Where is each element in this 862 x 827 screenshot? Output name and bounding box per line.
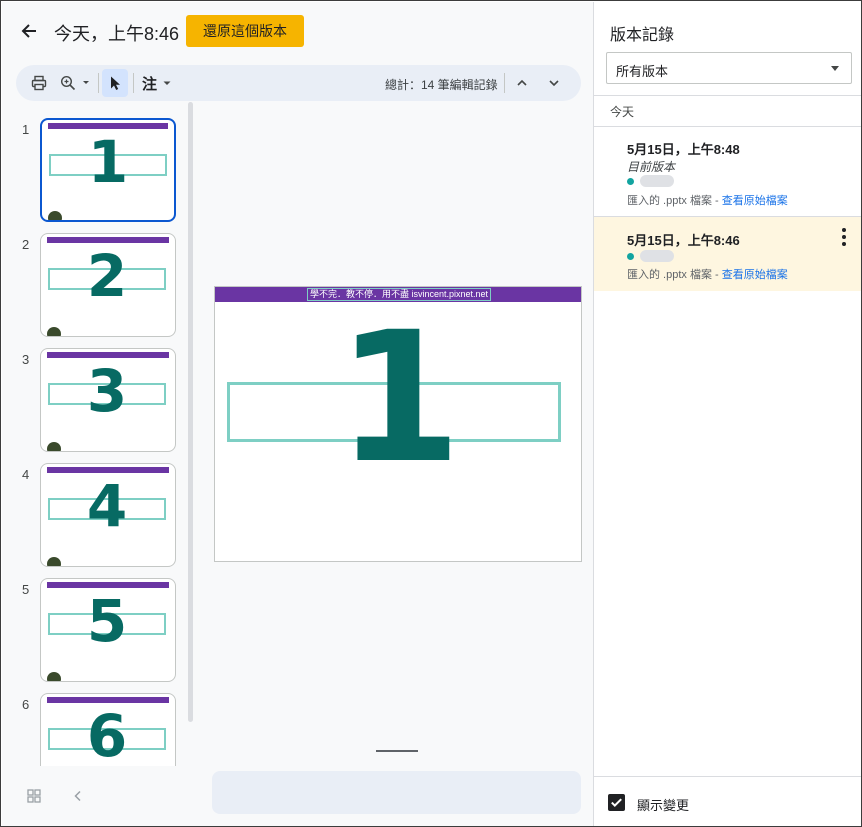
panel-footer: 顯示變更 <box>594 776 861 826</box>
slide-number: 6 <box>22 697 30 712</box>
slide-number: 2 <box>22 237 30 252</box>
panel-title: 版本記錄 <box>610 27 675 44</box>
version-title: 今天，上午8:46 <box>54 24 180 44</box>
version-meta-text: 匯入的 .pptx 檔案 - <box>627 195 722 207</box>
filmstrip-slide[interactable]: 1 1 <box>2 118 188 224</box>
slide-number: 5 <box>22 582 30 597</box>
version-date: 5月15日，上午8:48 <box>627 142 740 157</box>
next-edit-icon[interactable] <box>542 69 566 97</box>
version-header: 今天，上午8:46 還原這個版本 <box>2 2 593 60</box>
chevron-down-icon <box>163 81 171 85</box>
more-vert-icon[interactable] <box>836 227 852 247</box>
author-color-dot <box>627 252 634 260</box>
notes-resize-handle[interactable] <box>376 750 418 752</box>
version-item[interactable]: 5月15日，上午8:48 目前版本 匯入的 .pptx 檔案 - 查看原始檔案 <box>594 127 861 216</box>
caret-down-icon <box>831 66 839 71</box>
collapse-filmstrip-icon[interactable] <box>68 786 88 806</box>
group-label: 今天 <box>610 105 635 119</box>
checkmark-icon <box>611 798 622 808</box>
annotation-menu[interactable]: 注 <box>139 69 175 97</box>
author-color-dot <box>627 177 634 185</box>
bottom-bar <box>2 766 593 826</box>
author-name <box>640 250 674 262</box>
toolbar-divider <box>133 73 134 93</box>
slide-thumbnail[interactable]: 3 <box>40 348 176 452</box>
view-original-link[interactable]: 查看原始檔案 <box>722 269 788 281</box>
back-arrow-icon[interactable] <box>16 18 42 44</box>
filmstrip-slide[interactable]: 2 2 <box>2 233 188 339</box>
speaker-notes[interactable] <box>212 771 581 814</box>
app-window: 今天，上午8:46 還原這個版本 注 總計：14 筆編輯記錄 1 1 2 2 3… <box>0 0 862 827</box>
version-author <box>627 174 674 188</box>
filmstrip-slide[interactable]: 4 4 <box>2 463 188 569</box>
view-original-link[interactable]: 查看原始檔案 <box>722 195 788 207</box>
annotation-label: 注 <box>141 75 157 93</box>
version-filter-label: 所有版本 <box>616 64 669 79</box>
grid-view-icon[interactable] <box>26 788 44 806</box>
toolbar: 注 總計：14 筆編輯記錄 <box>16 65 581 101</box>
filmstrip-slide[interactable]: 3 3 <box>2 348 188 454</box>
current-version-label: 目前版本 <box>627 160 676 174</box>
slide-thumbnail[interactable]: 4 <box>40 463 176 567</box>
author-name <box>640 175 674 187</box>
version-meta-text: 匯入的 .pptx 檔案 - <box>627 269 722 281</box>
slide-digit: 5 <box>86 587 128 655</box>
slide-filmstrip: 1 1 2 2 3 3 4 4 5 5 6 6 <box>2 106 198 766</box>
toolbar-divider <box>98 73 99 93</box>
version-author <box>627 249 674 263</box>
show-changes-checkbox[interactable] <box>608 794 625 811</box>
filmstrip-scrollbar[interactable] <box>188 102 193 722</box>
version-history-panel: 版本記錄 所有版本 今天 5月15日，上午8:48 目前版本 匯入的 .pptx… <box>593 2 861 826</box>
filmstrip-slide[interactable]: 6 6 <box>2 693 188 766</box>
version-meta: 匯入的 .pptx 檔案 - 查看原始檔案 <box>627 266 788 282</box>
slide-number: 1 <box>22 122 30 137</box>
slide-number: 3 <box>22 352 30 367</box>
version-date: 5月15日，上午8:46 <box>627 233 740 248</box>
logo-icon <box>47 557 61 566</box>
slide-canvas: 學不完．教不停．用不盡 isvincent.pixnet.net 1 <box>198 106 593 766</box>
filmstrip-slide[interactable]: 5 5 <box>2 578 188 684</box>
version-item-selected[interactable]: 5月15日，上午8:46 匯入的 .pptx 檔案 - 查看原始檔案 <box>594 217 861 291</box>
toolbar-divider <box>504 73 505 93</box>
version-filter-dropdown[interactable]: 所有版本 <box>606 52 852 84</box>
previous-edit-icon[interactable] <box>510 69 534 97</box>
logo-icon <box>47 327 61 336</box>
version-meta: 匯入的 .pptx 檔案 - 查看原始檔案 <box>627 192 788 208</box>
slide-thumbnail[interactable]: 5 <box>40 578 176 682</box>
logo-icon <box>47 442 61 451</box>
zoom-icon[interactable] <box>56 69 94 97</box>
logo-icon <box>47 672 61 681</box>
logo-icon <box>48 211 62 220</box>
slide-number: 4 <box>22 467 30 482</box>
divider <box>594 95 861 96</box>
editor-area: 今天，上午8:46 還原這個版本 注 總計：14 筆編輯記錄 1 1 2 2 3… <box>2 2 593 826</box>
slide-thumbnail[interactable]: 6 <box>40 693 176 766</box>
slide-digit: 3 <box>86 357 128 425</box>
show-changes-label[interactable]: 顯示變更 <box>637 795 689 814</box>
slide-digit: 2 <box>86 242 128 310</box>
restore-version-button[interactable]: 還原這個版本 <box>186 15 304 47</box>
select-cursor-icon[interactable] <box>102 69 128 97</box>
slide-thumbnail[interactable]: 2 <box>40 233 176 337</box>
current-slide[interactable]: 學不完．教不停．用不盡 isvincent.pixnet.net 1 <box>214 286 582 562</box>
slide-digit: 6 <box>86 702 128 766</box>
slide-thumbnail[interactable]: 1 <box>40 118 176 222</box>
print-icon[interactable] <box>26 69 52 97</box>
slide-digit: 1 <box>336 294 462 503</box>
edit-count: 總計：14 筆編輯記錄 <box>385 78 498 92</box>
slide-digit: 1 <box>87 128 129 196</box>
slide-digit: 4 <box>86 472 128 540</box>
